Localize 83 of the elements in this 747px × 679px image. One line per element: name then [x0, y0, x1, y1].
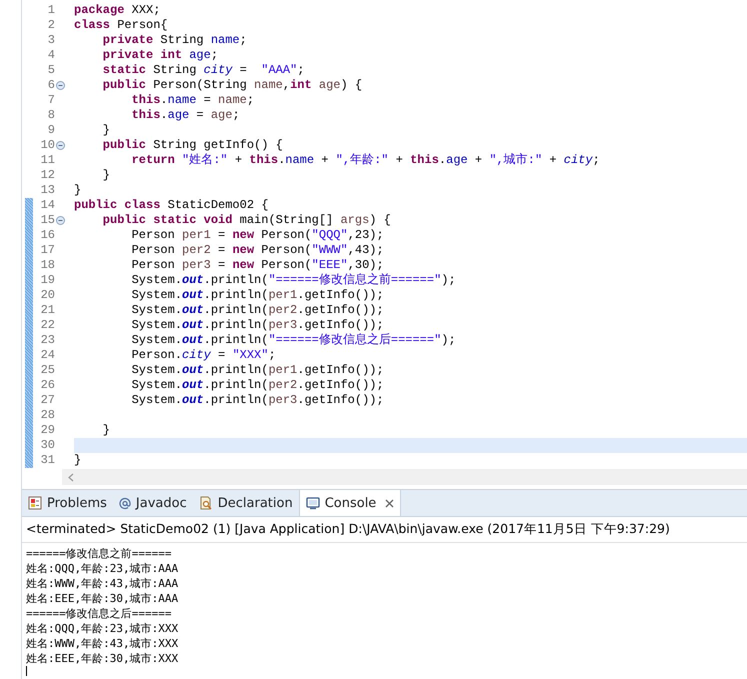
- collapse-icon[interactable]: [56, 216, 65, 225]
- code-line: Person per2 = new Person("WWW",43);: [130, 243, 384, 258]
- line-number: 17: [40, 243, 55, 258]
- console-header: <terminated> StaticDemo02 (1) [Java Application] D:\JAVA\bin\javaw.exe (2017年11月5日 下午9:37:29): [22, 517, 747, 543]
- line-number: 10: [40, 138, 55, 153]
- line-number: 19: [40, 273, 55, 288]
- line-number: 21: [40, 303, 55, 318]
- code-line: }: [102, 168, 110, 183]
- console-output-line: ======修改信息之前======: [26, 546, 172, 561]
- text-cursor: [26, 666, 27, 676]
- code-line: System.out.println(per1.getInfo());: [130, 363, 384, 378]
- code-line: System.out.println(per2.getInfo());: [130, 378, 384, 393]
- collapse-icon[interactable]: [56, 81, 65, 90]
- console-output-line: 姓名:WWW,年龄:43,城市:AAA: [26, 576, 180, 591]
- line-number: 14: [40, 198, 55, 213]
- line-number: 6: [46, 78, 55, 93]
- line-number: 11: [40, 153, 55, 168]
- line-number: 2: [46, 18, 55, 33]
- view-tab[interactable]: Console: [298, 490, 402, 516]
- collapse-icon[interactable]: [56, 141, 65, 150]
- line-number: 4: [46, 48, 55, 63]
- line-number: 24: [40, 348, 55, 363]
- code-line: public static void main(String[] args) {: [102, 213, 391, 228]
- line-number: 16: [40, 228, 55, 243]
- code-line: public class StaticDemo02 {: [74, 198, 268, 213]
- code-line: Person per1 = new Person("QQQ",23);: [130, 228, 384, 243]
- code-line: }: [74, 453, 82, 468]
- code-line: System.out.println(per1.getInfo());: [130, 288, 384, 303]
- console-output-line: 姓名:EEE,年龄:30,城市:XXX: [26, 651, 180, 666]
- console-output-line: 姓名:QQQ,年龄:23,城市:AAA: [26, 561, 180, 576]
- line-number: 20: [40, 288, 55, 303]
- code-line: }: [74, 183, 82, 198]
- view-tab[interactable]: Declaration: [192, 490, 299, 516]
- code-line: this.age = age;: [130, 108, 240, 123]
- line-number: 29: [40, 423, 55, 438]
- horizontal-scrollbar[interactable]: [62, 469, 747, 485]
- code-line: }: [102, 123, 110, 138]
- console-output-line: 姓名:QQQ,年龄:23,城市:XXX: [26, 621, 180, 636]
- code-line: System.out.println(per3.getInfo());: [130, 318, 384, 333]
- code-line: public String getInfo() {: [102, 138, 283, 153]
- console-output-line: 姓名:WWW,年龄:43,城市:XXX: [26, 636, 180, 651]
- line-number: 8: [46, 108, 55, 123]
- code-line: static String city = "AAA";: [102, 63, 304, 78]
- line-number: 23: [40, 333, 55, 348]
- code-line: System.out.println(per2.getInfo());: [130, 303, 384, 318]
- code-line: System.out.println("======修改信息之后======");: [130, 333, 456, 348]
- line-number: 7: [46, 93, 55, 108]
- console-output-line: 姓名:EEE,年龄:30,城市:AAA: [26, 591, 180, 606]
- close-icon[interactable]: [385, 498, 394, 508]
- line-number: 28: [40, 408, 55, 423]
- line-number: 27: [40, 393, 55, 408]
- code-line: }: [102, 423, 110, 438]
- code-line: System.out.println("======修改信息之前======");: [130, 273, 456, 288]
- monitor-icon: [306, 496, 320, 510]
- view-tab[interactable]: Problems: [22, 490, 113, 516]
- warning-list-icon: [28, 496, 42, 510]
- line-number: 1: [46, 3, 55, 18]
- line-number: 18: [40, 258, 55, 273]
- code-line: private int age;: [102, 48, 218, 63]
- line-number: 22: [40, 318, 55, 333]
- code-line: System.out.println(per3.getInfo());: [130, 393, 384, 408]
- code-line: class Person{: [74, 18, 168, 33]
- line-number: 30: [40, 438, 55, 453]
- line-number: 25: [40, 363, 55, 378]
- at-sign-icon: [118, 496, 131, 510]
- line-number: 26: [40, 378, 55, 393]
- document-magnifier-icon: [198, 496, 213, 510]
- code-line: private String name;: [102, 33, 247, 48]
- line-number: 15: [40, 213, 55, 228]
- line-number: 9: [46, 123, 55, 138]
- line-number: 12: [40, 168, 55, 183]
- code-line: return "姓名:" + this.name + ",年龄:" + this.age + ",城市:" + city;: [130, 153, 600, 168]
- view-tab[interactable]: Javadoc: [112, 490, 193, 516]
- code-line: Person.city = "XXX";: [130, 348, 276, 363]
- code-line: public Person(String name,int age) {: [102, 78, 362, 93]
- code-line: package XXX;: [74, 3, 160, 18]
- code-line: Person per3 = new Person("EEE",30);: [130, 258, 384, 273]
- line-number: 13: [40, 183, 55, 198]
- line-number: 3: [46, 33, 55, 48]
- code-line: this.name = name;: [130, 93, 254, 108]
- line-number: 31: [40, 453, 55, 468]
- line-number: 5: [46, 63, 55, 78]
- console-output-line: ======修改信息之后======: [26, 606, 172, 621]
